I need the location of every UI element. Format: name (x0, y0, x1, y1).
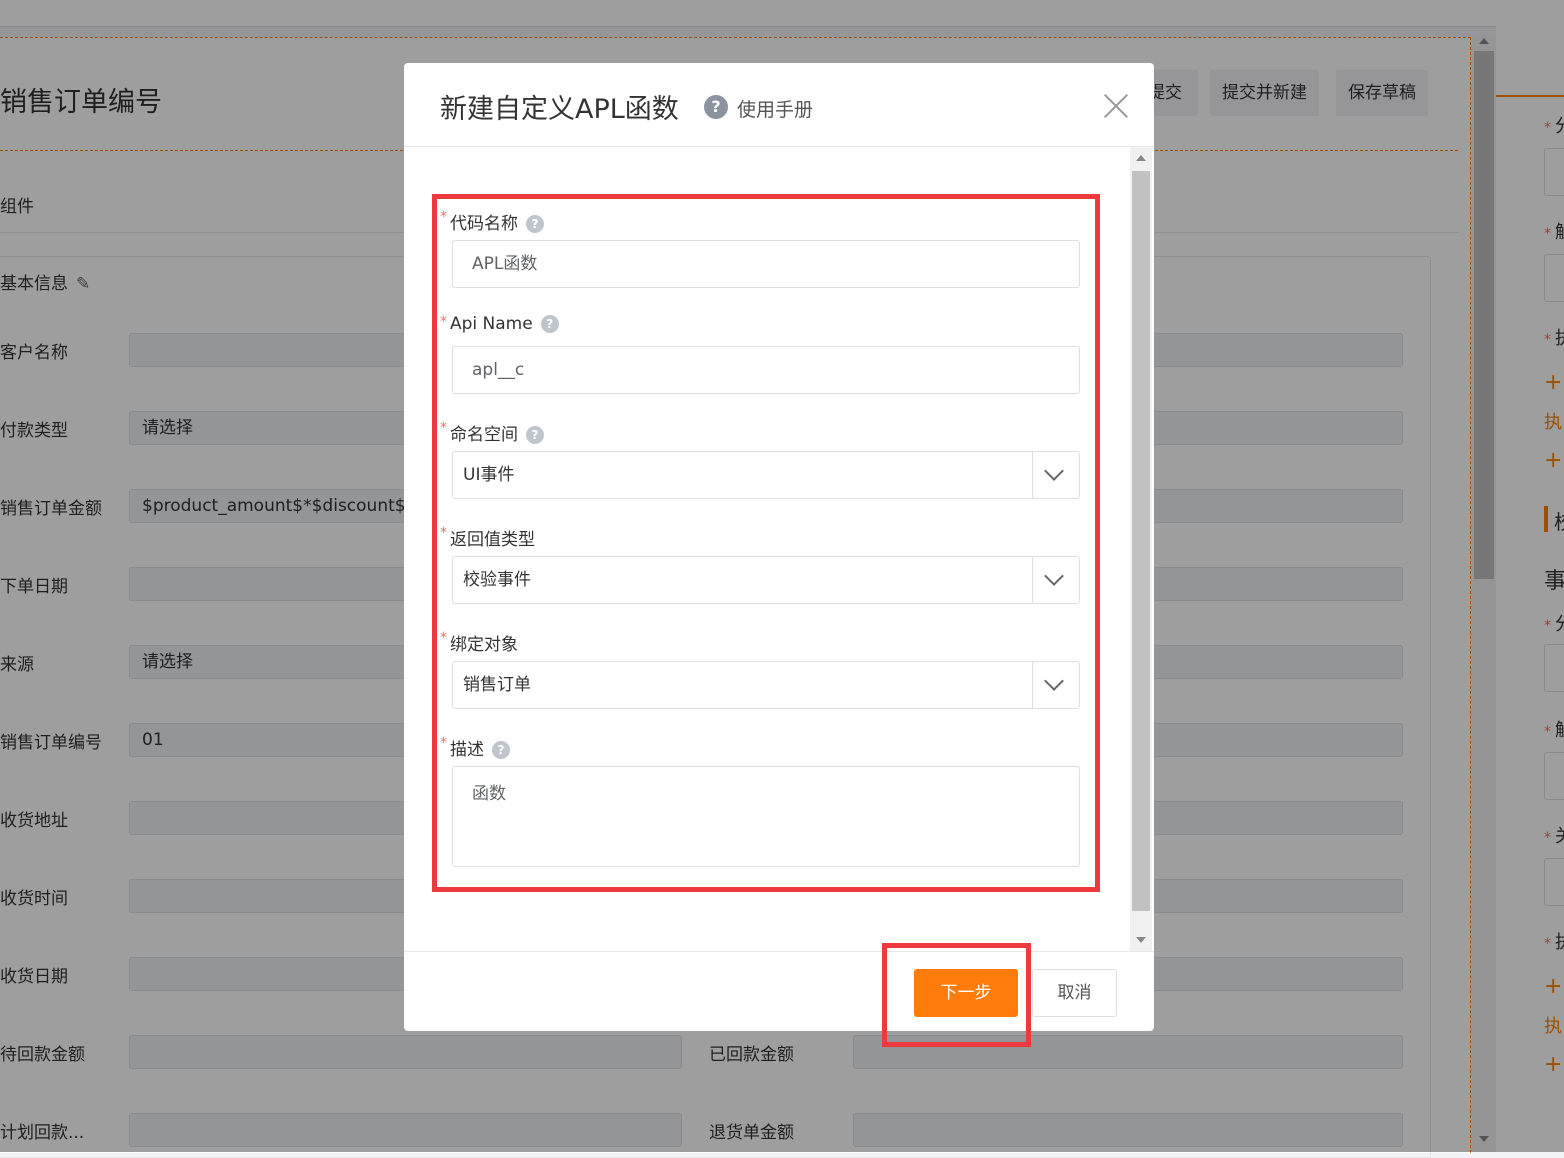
api-name-input[interactable]: apl__c (452, 346, 1080, 394)
question-icon[interactable]: ? (526, 426, 544, 444)
required-marker: * (440, 735, 447, 751)
required-marker: * (440, 209, 447, 225)
close-icon[interactable] (1101, 91, 1131, 121)
dialog-header-divider (404, 146, 1154, 147)
required-marker: * (440, 630, 447, 646)
question-icon[interactable]: ? (526, 215, 544, 233)
namespace-select[interactable]: UI事件 (452, 451, 1080, 499)
new-apl-function-dialog: 新建自定义APL函数 ? 使用手册 * 代码名称? APL函数 * Api Name… (404, 63, 1154, 1031)
description-label: * 描述? (440, 735, 510, 760)
scrollbar-thumb[interactable] (1132, 171, 1150, 911)
code-name-label: * 代码名称? (440, 209, 544, 234)
bind-object-label: * 绑定对象 (440, 630, 518, 655)
return-type-label: * 返回值类型 (440, 525, 535, 550)
namespace-dropdown-toggle[interactable] (1032, 452, 1079, 498)
cancel-button[interactable]: 取消 (1032, 969, 1117, 1017)
return-type-value: 校验事件 (463, 570, 531, 590)
namespace-value: UI事件 (463, 465, 515, 485)
bind-object-select[interactable]: 销售订单 (452, 661, 1080, 709)
question-icon[interactable]: ? (540, 315, 559, 333)
chevron-down-icon (1044, 671, 1064, 691)
next-step-button[interactable]: 下一步 (914, 969, 1018, 1017)
description-textarea[interactable]: 函数 (452, 766, 1080, 867)
code-name-input[interactable]: APL函数 (452, 240, 1080, 288)
return-type-dropdown-toggle[interactable] (1032, 557, 1079, 603)
required-marker: * (440, 314, 447, 330)
chevron-down-icon (1044, 461, 1064, 481)
scroll-up-icon[interactable] (1136, 155, 1146, 161)
bind-object-dropdown-toggle[interactable] (1032, 662, 1079, 708)
help-icon[interactable]: ? (704, 95, 728, 119)
scroll-down-icon[interactable] (1136, 937, 1146, 943)
dialog-scrollbar[interactable] (1130, 147, 1152, 951)
return-type-select[interactable]: 校验事件 (452, 556, 1080, 604)
api-name-label: * Api Name? (440, 314, 559, 334)
dialog-footer-divider (404, 951, 1154, 952)
chevron-down-icon (1044, 566, 1064, 586)
required-marker: * (440, 420, 447, 436)
required-marker: * (440, 525, 447, 541)
dialog-title: 新建自定义APL函数 (440, 94, 679, 125)
question-icon[interactable]: ? (492, 741, 510, 759)
namespace-label: * 命名空间? (440, 420, 544, 445)
user-manual-link[interactable]: 使用手册 (737, 95, 813, 122)
bind-object-value: 销售订单 (463, 675, 531, 695)
